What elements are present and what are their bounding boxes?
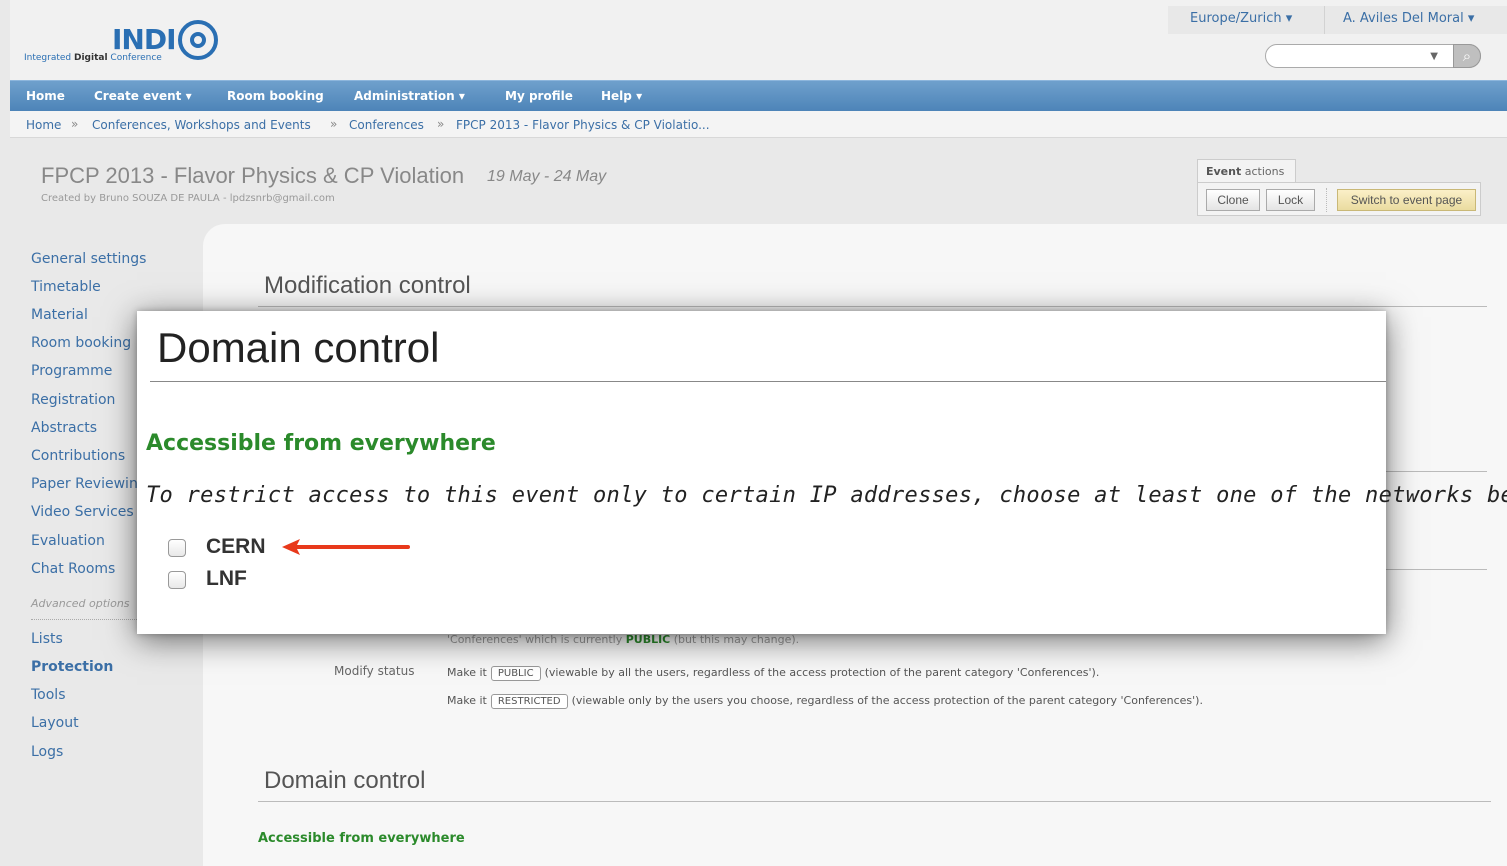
event-actions-tab: Event actions	[1197, 159, 1296, 183]
cern-checkbox-label[interactable]: CERN	[206, 535, 266, 559]
annotation-arrow-icon	[282, 539, 410, 555]
menu-chat-rooms[interactable]: Chat Rooms	[31, 561, 115, 577]
cern-checkbox[interactable]	[168, 539, 186, 557]
menu-tools[interactable]: Tools	[31, 687, 66, 703]
user-bar-divider	[1324, 6, 1325, 34]
logo-tagline: Integrated Digital Conference	[24, 53, 162, 63]
make-restricted-row: Make it RESTRICTED (viewable only by the u…	[447, 694, 1203, 709]
nav-help[interactable]: Help ▾	[601, 89, 642, 103]
dialog-instructions: To restrict access to this event only to…	[146, 483, 1507, 508]
switch-to-event-page-button[interactable]: Switch to event page	[1337, 189, 1476, 211]
dialog-title: Domain control	[157, 324, 440, 371]
make-restricted-button[interactable]: RESTRICTED	[490, 694, 568, 709]
menu-logs[interactable]: Logs	[31, 744, 63, 760]
breadcrumb: Home » Conferences, Workshops and Events…	[10, 111, 1507, 138]
menu-contributions[interactable]: Contributions	[31, 448, 125, 464]
modify-status-label: Modify status	[334, 664, 415, 678]
main-nav: Home Create event ▾ Room booking Adminis…	[10, 80, 1507, 111]
nav-my-profile[interactable]: My profile	[505, 89, 573, 103]
event-dates: 19 May - 24 May	[487, 168, 607, 185]
section-divider	[1386, 569, 1487, 570]
breadcrumb-conferences-workshops[interactable]: Conferences, Workshops and Events	[92, 118, 311, 132]
menu-general-settings[interactable]: General settings	[31, 251, 146, 267]
logo-word: INDI	[112, 23, 177, 56]
menu-room-booking[interactable]: Room booking	[31, 335, 131, 351]
menu-registration[interactable]: Registration	[31, 392, 115, 408]
lnf-checkbox-label[interactable]: LNF	[206, 567, 247, 591]
nav-home[interactable]: Home	[26, 89, 65, 103]
modification-control-title: Modification control	[264, 272, 471, 299]
nav-administration[interactable]: Administration ▾	[354, 89, 465, 103]
domain-control-title: Domain control	[264, 767, 426, 794]
event-title: FPCP 2013 - Flavor Physics & CP Violatio…	[41, 163, 465, 188]
indico-logo[interactable]: INDI Integrated Digital Conference	[24, 20, 234, 64]
menu-advanced-options-label: Advanced options	[31, 597, 130, 610]
search-input[interactable]: ▼ ⌕	[1265, 44, 1481, 68]
section-divider	[1386, 471, 1487, 472]
dialog-status-text: Accessible from everywhere	[146, 431, 496, 456]
user-bar: Europe/Zurich ▾ A. Aviles Del Moral ▾	[1168, 6, 1507, 34]
menu-paper-reviewing[interactable]: Paper Reviewing	[31, 476, 147, 492]
search-category-dropdown-icon[interactable]: ▼	[1430, 51, 1438, 62]
breadcrumb-conferences[interactable]: Conferences	[349, 118, 424, 132]
section-divider	[258, 801, 1491, 802]
menu-programme[interactable]: Programme	[31, 363, 112, 379]
menu-evaluation[interactable]: Evaluation	[31, 533, 105, 549]
nav-room-booking[interactable]: Room booking	[227, 89, 324, 103]
breadcrumb-home[interactable]: Home	[26, 118, 61, 132]
dialog-title-divider	[150, 381, 1386, 382]
menu-layout[interactable]: Layout	[31, 715, 79, 731]
domain-control-dialog: Domain control Accessible from everywher…	[137, 311, 1507, 634]
actions-divider	[1326, 188, 1328, 212]
menu-divider	[31, 619, 141, 620]
lnf-checkbox[interactable]	[168, 571, 186, 589]
menu-lists[interactable]: Lists	[31, 631, 63, 647]
domain-status-text: Accessible from everywhere	[258, 831, 465, 846]
make-public-row: Make it PUBLIC (viewable by all the users,…	[447, 666, 1100, 681]
menu-protection[interactable]: Protection	[31, 659, 113, 675]
breadcrumb-separator: »	[330, 117, 338, 131]
menu-material[interactable]: Material	[31, 307, 88, 323]
protection-note: 'Conferences' which is currently PUBLIC …	[447, 633, 800, 646]
section-divider	[258, 306, 1487, 307]
menu-timetable[interactable]: Timetable	[31, 279, 101, 295]
breadcrumb-separator: »	[437, 117, 445, 131]
search-icon[interactable]: ⌕	[1453, 44, 1481, 68]
user-menu[interactable]: A. Aviles Del Moral ▾	[1343, 11, 1474, 26]
make-public-button[interactable]: PUBLIC	[490, 666, 541, 681]
menu-abstracts[interactable]: Abstracts	[31, 420, 97, 436]
breadcrumb-event[interactable]: FPCP 2013 - Flavor Physics & CP Violatio…	[456, 118, 710, 132]
clone-button[interactable]: Clone	[1206, 189, 1260, 211]
menu-video-services[interactable]: Video Services	[31, 504, 134, 520]
breadcrumb-separator: »	[71, 117, 79, 131]
lock-button[interactable]: Lock	[1266, 189, 1315, 211]
logo-circle-icon	[178, 20, 218, 60]
event-creator: Created by Bruno SOUZA DE PAULA - lpdzsn…	[41, 193, 335, 204]
nav-create-event[interactable]: Create event ▾	[94, 89, 192, 103]
timezone-selector[interactable]: Europe/Zurich ▾	[1190, 11, 1292, 26]
